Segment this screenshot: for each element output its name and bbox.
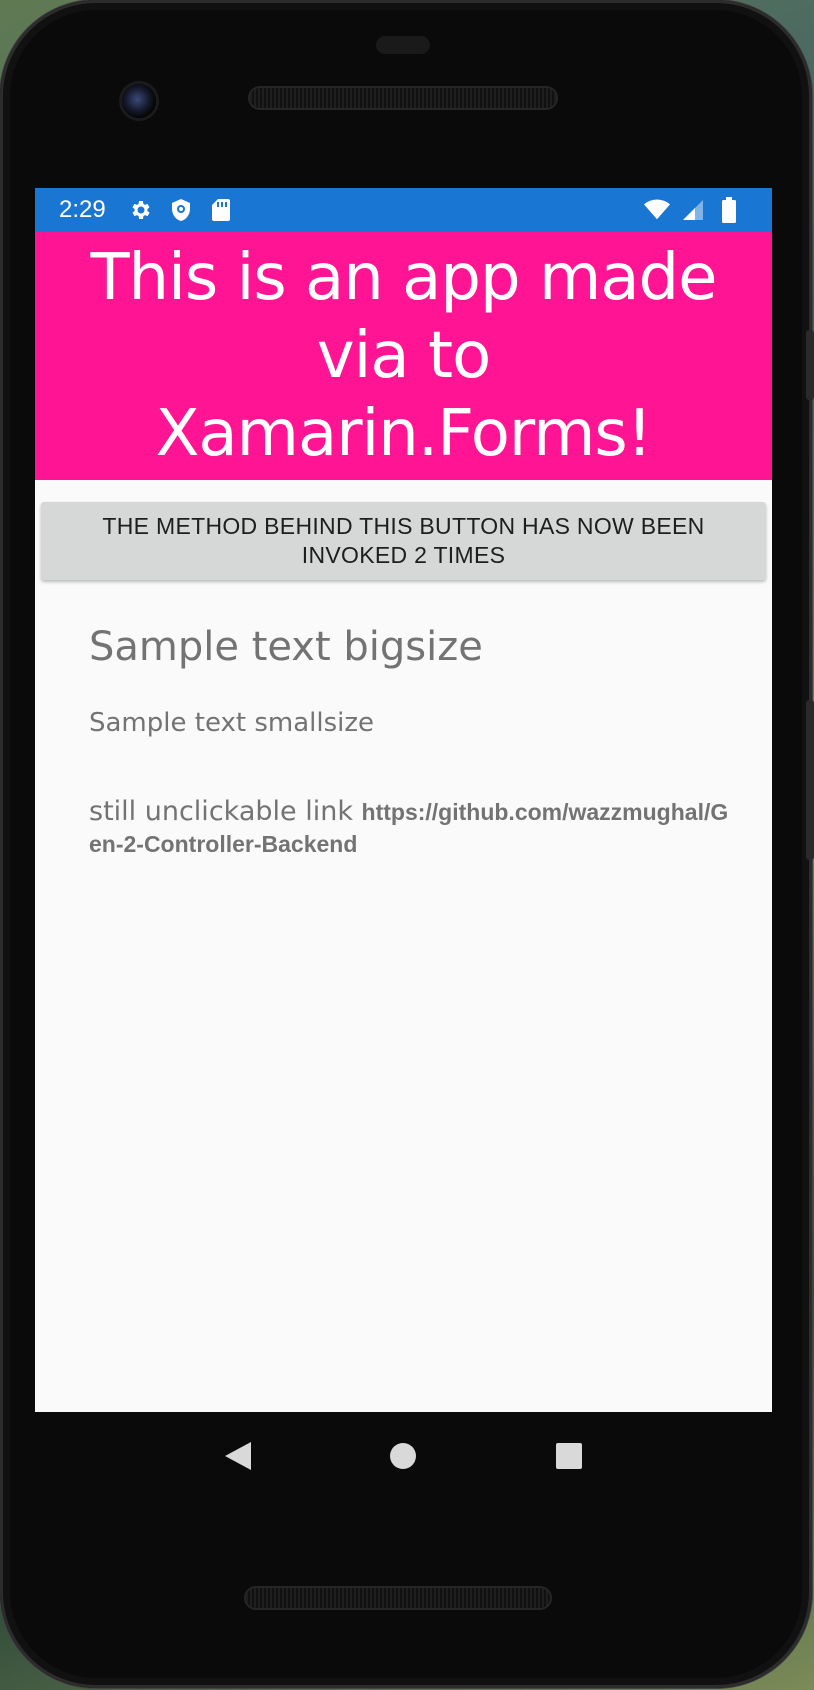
sample-text-small: Sample text smallsize	[89, 708, 374, 738]
back-icon[interactable]	[218, 1436, 258, 1476]
status-time: 2:29	[59, 196, 106, 223]
status-bar: 2:29	[35, 188, 772, 232]
phone-frame: 2:29 This is an app made via to Xamarin.…	[0, 0, 814, 1688]
shield-icon	[168, 197, 194, 223]
home-icon[interactable]	[383, 1436, 423, 1476]
main-content: Sample text bigsize Sample text smallsiz…	[35, 624, 772, 860]
invoke-counter-button[interactable]: THE METHOD BEHIND THIS BUTTON HAS NOW BE…	[41, 502, 766, 580]
earpiece-speaker	[250, 88, 556, 108]
sample-text-big: Sample text bigsize	[89, 624, 483, 670]
bottom-speaker	[246, 1588, 550, 1608]
navigation-bar	[35, 1412, 772, 1500]
link-prefix: still unclickable link	[89, 796, 362, 827]
link-paragraph: still unclickable link https://github.co…	[89, 796, 729, 860]
sd-card-icon	[208, 197, 234, 223]
page-title: This is an app made via to Xamarin.Forms…	[90, 241, 717, 471]
gear-icon	[128, 197, 154, 223]
power-button	[806, 330, 814, 400]
app-screen: 2:29 This is an app made via to Xamarin.…	[35, 188, 772, 1412]
wifi-icon	[644, 197, 670, 223]
sensor-slot	[376, 36, 430, 54]
front-camera-icon	[122, 84, 156, 118]
battery-icon	[716, 197, 742, 223]
app-header: This is an app made via to Xamarin.Forms…	[35, 232, 772, 480]
volume-button	[806, 700, 814, 860]
recents-icon[interactable]	[549, 1436, 589, 1476]
signal-icon	[680, 197, 706, 223]
status-right-group	[640, 197, 748, 223]
